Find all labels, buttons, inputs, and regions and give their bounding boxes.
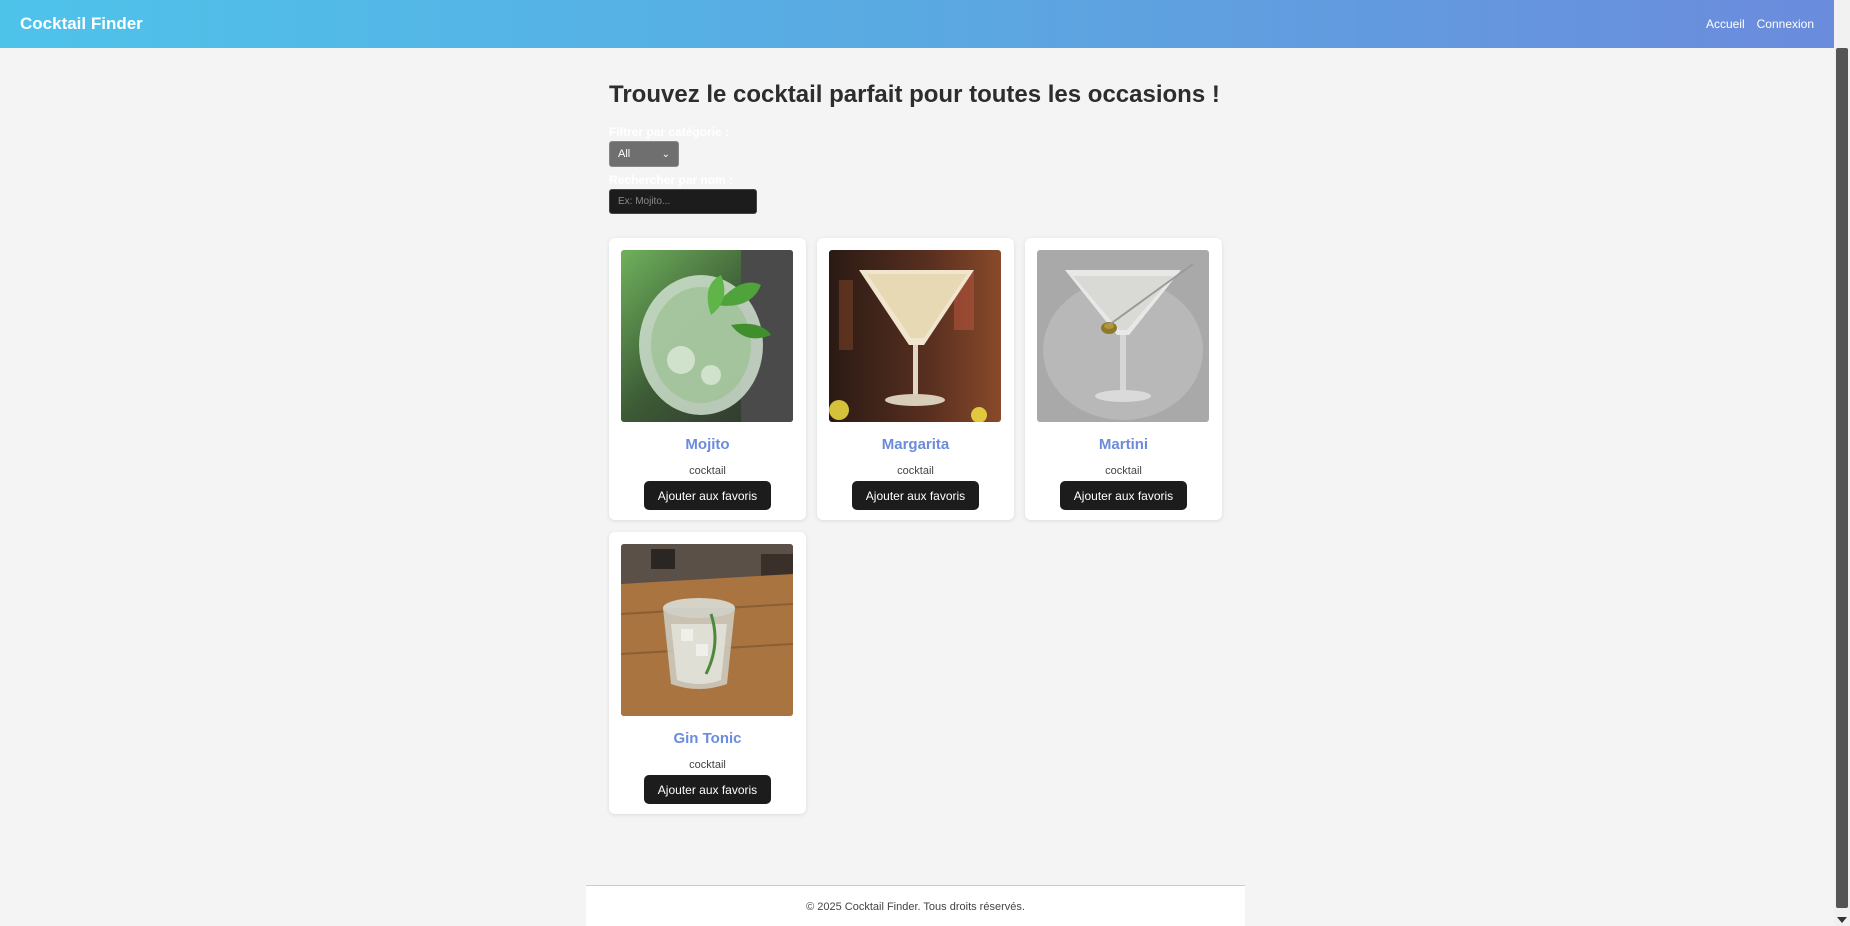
search-label: Rechercher par nom : — [609, 173, 734, 187]
cocktail-image-margarita — [829, 250, 1001, 422]
chevron-down-icon: ⌄ — [661, 148, 670, 160]
scroll-down-arrow-icon[interactable] — [1837, 917, 1847, 923]
cocktail-card-gin-tonic: Gin Tonic cocktail Ajouter aux favoris — [609, 532, 806, 814]
page-title: Trouvez le cocktail parfait pour toutes … — [609, 81, 1220, 108]
add-to-favorites-button[interactable]: Ajouter aux favoris — [1059, 481, 1188, 510]
category-select[interactable]: All ⌄ — [609, 141, 679, 167]
cocktail-name[interactable]: Margarita — [829, 436, 1002, 453]
cocktail-category: cocktail — [689, 759, 726, 771]
cocktail-grid: Mojito cocktail Ajouter aux favoris Marg… — [609, 238, 1222, 814]
nav-link-accueil[interactable]: Accueil — [1706, 17, 1745, 31]
add-to-favorites-button[interactable]: Ajouter aux favoris — [643, 481, 772, 510]
nav-links: Accueil Connexion — [1706, 17, 1814, 31]
cocktail-name[interactable]: Gin Tonic — [621, 730, 794, 747]
scrollbar-thumb[interactable] — [1836, 48, 1848, 908]
nav-link-connexion[interactable]: Connexion — [1757, 17, 1814, 31]
footer-copyright: © 2025 Cocktail Finder. Tous droits rése… — [806, 901, 1025, 913]
footer: © 2025 Cocktail Finder. Tous droits rése… — [586, 885, 1245, 926]
cocktail-image-gin-tonic — [621, 544, 793, 716]
cocktail-image-martini — [1037, 250, 1209, 422]
navbar: Cocktail Finder Accueil Connexion — [0, 0, 1834, 48]
add-to-favorites-button[interactable]: Ajouter aux favoris — [643, 775, 772, 804]
category-filter-label: Filtrer par catégorie : — [609, 125, 730, 139]
cocktail-card-mojito: Mojito cocktail Ajouter aux favoris — [609, 238, 806, 520]
cocktail-category: cocktail — [897, 465, 934, 477]
cocktail-image-mojito — [621, 250, 793, 422]
cocktail-category: cocktail — [689, 465, 726, 477]
main-content: Trouvez le cocktail parfait pour toutes … — [609, 48, 1222, 814]
add-to-favorites-button[interactable]: Ajouter aux favoris — [851, 481, 980, 510]
category-select-value: All — [618, 148, 631, 160]
cocktail-card-martini: Martini cocktail Ajouter aux favoris — [1025, 238, 1222, 520]
page-scrollbar[interactable] — [1834, 0, 1850, 926]
brand-logo[interactable]: Cocktail Finder — [20, 14, 143, 34]
cocktail-name[interactable]: Mojito — [621, 436, 794, 453]
cocktail-card-margarita: Margarita cocktail Ajouter aux favoris — [817, 238, 1014, 520]
cocktail-category: cocktail — [1105, 465, 1142, 477]
search-input[interactable] — [609, 189, 757, 214]
cocktail-name[interactable]: Martini — [1037, 436, 1210, 453]
